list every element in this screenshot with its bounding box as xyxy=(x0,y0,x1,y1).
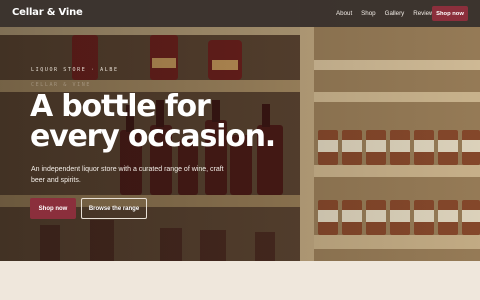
nav-link-gallery[interactable]: Gallery xyxy=(385,10,405,17)
brand-logo[interactable]: Cellar & Vine xyxy=(12,7,83,18)
hero-section: LIQUOR STORE · ALBE CELLAR & VINE A bott… xyxy=(0,0,480,261)
nav-shop-now-button[interactable]: Shop now xyxy=(432,6,468,21)
shop-now-button[interactable]: Shop now xyxy=(30,198,76,219)
top-navigation: Cellar & Vine About Shop Gallery Reviews… xyxy=(0,0,480,27)
hero-eyebrow: LIQUOR STORE · ALBE xyxy=(31,67,119,73)
hero-eyebrow-secondary: CELLAR & VINE xyxy=(31,82,91,88)
nav-links: About Shop Gallery Reviews xyxy=(336,10,446,17)
nav-link-about[interactable]: About xyxy=(336,10,352,17)
hero-subtitle: An independent liquor store with a curat… xyxy=(31,166,224,184)
browse-range-button[interactable]: Browse the range xyxy=(81,198,147,219)
hero-headline: A bottle for every occasion. xyxy=(30,89,276,154)
nav-link-shop[interactable]: Shop xyxy=(361,10,375,17)
